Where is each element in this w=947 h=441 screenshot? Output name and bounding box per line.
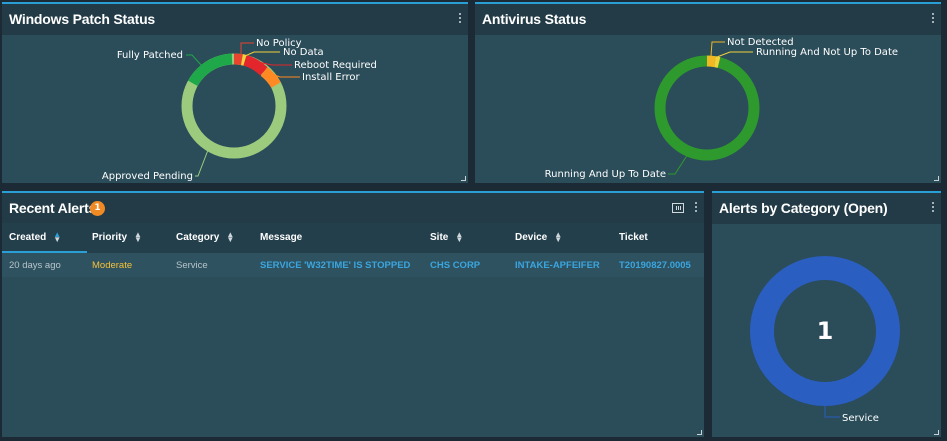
cell-priority: Moderate [92, 260, 133, 271]
not-detected-segment[interactable] [706, 55, 716, 68]
category-donut-chart: 1 Service [750, 256, 900, 424]
running-up-to-date-segment[interactable] [654, 55, 760, 161]
cell-message-link[interactable]: SERVICE 'W32TIME' IS STOPPED [260, 260, 410, 271]
panel-header: Recent Alerts 1 [2, 193, 704, 223]
column-header-site[interactable]: Site ▲ ▼ [430, 231, 463, 244]
reboot-required-label: Reboot Required [294, 60, 377, 71]
cell-site-link[interactable]: CHS CORP [430, 260, 480, 271]
more-options-icon[interactable] [694, 202, 698, 215]
cell-ticket-link[interactable]: T20190827.0005 [619, 260, 691, 271]
antivirus-donut-chart: Not Detected Running And Not Up To Date … [545, 37, 898, 180]
resize-handle[interactable] [934, 176, 939, 181]
resize-handle[interactable] [934, 430, 939, 435]
running-not-up-to-date-label: Running And Not Up To Date [756, 47, 898, 58]
sort-icon[interactable]: ▲ ▼ [134, 231, 142, 244]
column-header-created[interactable]: Created ▲ ▼ [9, 231, 61, 244]
table-row[interactable]: 20 days ago Moderate Service SERVICE 'W3… [2, 253, 704, 277]
approved-pending-label: Approved Pending [102, 171, 193, 182]
no-policy-segment[interactable] [233, 53, 243, 66]
no-data-segment[interactable] [241, 54, 247, 66]
column-header-device[interactable]: Device ▲ ▼ [515, 231, 562, 244]
install-error-label: Install Error [302, 72, 361, 83]
donut-center-total: 1 [817, 317, 834, 345]
service-label: Service [842, 413, 879, 424]
cell-category: Service [176, 260, 208, 271]
resize-handle[interactable] [461, 176, 466, 181]
column-header-message[interactable]: Message [260, 232, 302, 243]
column-header-ticket[interactable]: Ticket [619, 232, 648, 243]
alerts-by-category-panel: Alerts by Category (Open) 1 Service [712, 191, 941, 437]
antivirus-status-panel: Antivirus Status Not Detected Running An… [475, 2, 941, 183]
panel-title: Recent Alerts [9, 200, 97, 216]
recent-alerts-panel: Recent Alerts 1 Created ▲ ▼ Priority ▲ ▼ Cat… [2, 191, 704, 437]
cell-device-link[interactable]: INTAKE-APFEIFER [515, 260, 600, 271]
resize-handle[interactable] [697, 430, 702, 435]
sort-icon[interactable]: ▲ ▼ [53, 231, 61, 244]
running-up-to-date-label: Running And Up To Date [545, 169, 666, 180]
columns-icon[interactable] [672, 203, 684, 213]
fully-patched-label: Fully Patched [117, 50, 183, 61]
column-header-priority[interactable]: Priority ▲ ▼ [92, 231, 142, 244]
running-not-up-to-date-segment[interactable] [714, 56, 721, 68]
column-header-category[interactable]: Category ▲ ▼ [176, 231, 234, 244]
no-data-label: No Data [283, 47, 324, 58]
sort-icon[interactable]: ▲ ▼ [554, 231, 562, 244]
patch-donut-chart: No Policy No Data Reboot Required Instal… [102, 38, 377, 182]
install-error-segment[interactable] [260, 67, 281, 89]
sort-icon[interactable]: ▲ ▼ [455, 231, 463, 244]
cell-created: 20 days ago [9, 260, 61, 271]
windows-patch-status-panel: Windows Patch Status No Policy No Data R… [2, 2, 468, 183]
sort-icon[interactable]: ▲ ▼ [226, 231, 234, 244]
alert-count-badge: 1 [90, 201, 105, 216]
table-header: Created ▲ ▼ Priority ▲ ▼ Category ▲ ▼ Message … [2, 223, 704, 253]
